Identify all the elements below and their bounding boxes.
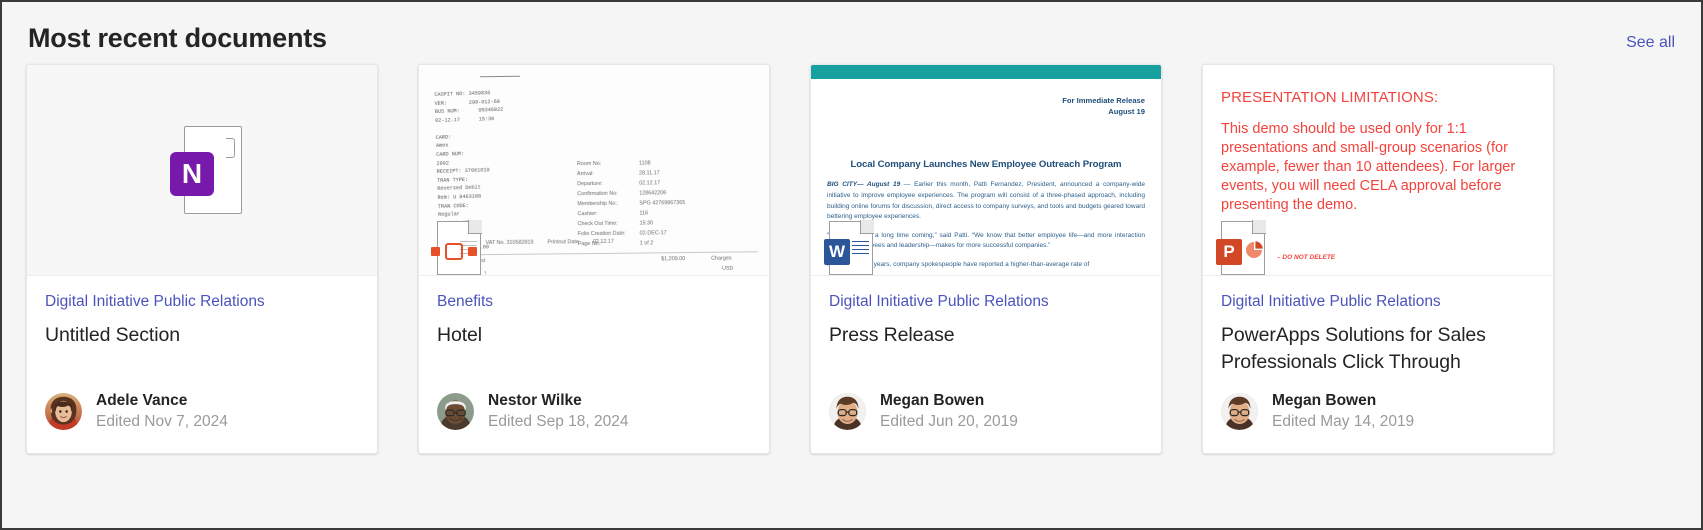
author-edited-date: Edited May 14, 2019 xyxy=(1272,413,1415,431)
card-info: Digital Initiative Public Relations Pres… xyxy=(811,276,1161,453)
card-info: Digital Initiative Public Relations Powe… xyxy=(1203,276,1553,453)
author-name: Megan Bowen xyxy=(880,392,985,410)
scan-field-key: Confirmation No: xyxy=(577,190,618,197)
scan-field-key: Cashier: xyxy=(577,210,598,217)
section-header: Most recent documents See all xyxy=(2,2,1701,54)
scan-printout-label: Printout Date xyxy=(547,238,579,246)
word-header-band xyxy=(811,64,1161,79)
card-document-title: Press Release xyxy=(829,324,955,347)
word-letter-badge: W xyxy=(824,238,850,265)
document-thumbnail-scan[interactable]: CASPIT NO: 3459836 VER: 290-012-68 BUS N… xyxy=(419,64,769,276)
word-immediate-release: For Immediate Release August 19 xyxy=(827,95,1145,118)
document-thumbnail-powerpoint[interactable]: PRESENTATION LIMITATIONS: This demo shou… xyxy=(1203,64,1553,276)
scan-field-value: 02-DEC-17 xyxy=(639,229,667,237)
author-edited-date: Edited Jun 20, 2019 xyxy=(880,413,1018,431)
document-card[interactable]: N Digital Initiative Public Relations Un… xyxy=(26,63,378,454)
avatar xyxy=(437,393,474,431)
word-immediate-line2: August 19 xyxy=(1108,107,1145,117)
scan-currency: USD xyxy=(722,265,734,272)
word-paragraph-1: BIG CITY— August 19 — Earlier this month… xyxy=(827,180,1145,222)
word-paragraph-3: In the last three years, company spokesp… xyxy=(827,260,1090,268)
card-document-title: Untitled Section xyxy=(45,324,180,347)
author-text: Megan Bowen Edited Jun 20, 2019 xyxy=(880,391,1018,433)
card-site-link[interactable]: Digital Initiative Public Relations xyxy=(829,292,1143,311)
word-paragraph-1-lead: BIG CITY— August 19 xyxy=(827,181,901,189)
see-all-link[interactable]: See all xyxy=(1626,34,1675,52)
scan-field-table: Room No: 1108 Arrival: 28.11.17 Departure:… xyxy=(577,158,690,249)
document-card-list: N Digital Initiative Public Relations Un… xyxy=(2,54,1701,454)
powerpoint-slide-note: – DO NOT DELETE xyxy=(1277,253,1336,261)
author-edited-date: Edited Nov 7, 2024 xyxy=(96,413,228,431)
document-thumbnail-word[interactable]: For Immediate Release August 19 Local Co… xyxy=(811,64,1161,276)
scan-field-key: Departure: xyxy=(577,180,603,187)
author-name: Adele Vance xyxy=(96,392,188,410)
document-card[interactable]: CASPIT NO: 3459836 VER: 290-012-68 BUS N… xyxy=(418,63,770,454)
powerpoint-letter-badge: P xyxy=(1216,238,1242,265)
card-document-title: PowerApps Solutions for Sales Profession… xyxy=(1221,324,1486,373)
card-info: Benefits Hotel Nestor Wilke Edited Sep 1… xyxy=(419,276,769,453)
scan-amount: $1,209.00 xyxy=(661,255,686,262)
onenote-icon: N xyxy=(170,125,242,214)
card-author-row: Megan Bowen Edited Jun 20, 2019 xyxy=(829,391,1143,453)
avatar xyxy=(829,393,866,431)
card-site-link[interactable]: Digital Initiative Public Relations xyxy=(1221,292,1535,311)
page-title: Most recent documents xyxy=(28,23,327,53)
document-card[interactable]: For Immediate Release August 19 Local Co… xyxy=(810,63,1162,454)
word-immediate-line1: For Immediate Release xyxy=(1062,95,1145,105)
scan-field-key: Check Out Time: xyxy=(577,220,618,227)
avatar xyxy=(1221,393,1258,431)
scan-charges-label: Charges xyxy=(711,255,732,262)
scan-vat-number: VAT No. 310582819 xyxy=(485,239,534,246)
scan-field-value: 02.12.17 xyxy=(639,179,661,187)
author-name: Nestor Wilke xyxy=(488,392,582,410)
document-card[interactable]: PRESENTATION LIMITATIONS: This demo shou… xyxy=(1202,63,1554,454)
scan-field-value: 128642206 xyxy=(639,189,667,197)
avatar xyxy=(45,393,82,431)
author-name: Megan Bowen xyxy=(1272,392,1377,410)
scan-printout-value: 02.12.17 xyxy=(592,238,614,245)
scan-field-value: 1108 xyxy=(638,160,651,167)
card-info: Digital Initiative Public Relations Unti… xyxy=(27,276,377,453)
scan-field-key: Arrival: xyxy=(577,170,594,177)
author-text: Adele Vance Edited Nov 7, 2024 xyxy=(96,391,228,433)
scan-field-value: SPG 42769867365 xyxy=(639,199,686,207)
card-author-row: Nestor Wilke Edited Sep 18, 2024 xyxy=(437,391,751,453)
onenote-letter-badge: N xyxy=(170,151,214,196)
onenote-tab-shape xyxy=(226,137,235,158)
word-file-icon: W xyxy=(824,219,874,275)
card-author-row: Adele Vance Edited Nov 7, 2024 xyxy=(45,391,359,453)
scan-field-key: Membership No.: xyxy=(577,200,619,207)
powerpoint-slide-title: PRESENTATION LIMITATIONS: xyxy=(1221,88,1439,106)
powerpoint-file-icon: P xyxy=(1216,219,1266,275)
author-text: Megan Bowen Edited May 14, 2019 xyxy=(1272,391,1414,433)
document-thumbnail-onenote[interactable]: N xyxy=(27,64,377,276)
author-edited-date: Edited Sep 18, 2024 xyxy=(488,413,629,431)
card-document-title: Hotel xyxy=(437,324,483,347)
word-headline: Local Company Launches New Employee Outr… xyxy=(850,159,1122,171)
scan-field-key: Folio Creation Date: xyxy=(577,230,626,237)
scan-divider xyxy=(480,75,521,77)
card-site-link[interactable]: Benefits xyxy=(437,292,751,311)
powerpoint-slide-body: This demo should be used only for 1:1 pr… xyxy=(1221,120,1516,214)
scan-field-value: 28.11.17 xyxy=(639,170,660,177)
scan-field-value: 116 xyxy=(639,210,649,217)
author-text: Nestor Wilke Edited Sep 18, 2024 xyxy=(488,391,628,433)
card-author-row: Megan Bowen Edited May 14, 2019 xyxy=(1221,391,1535,453)
word-paragraph-2: “This has been a long time coming,” said… xyxy=(827,231,1145,250)
most-recent-documents-page: Most recent documents See all N Digital … xyxy=(2,2,1701,528)
excel-file-icon xyxy=(431,219,482,275)
powerpoint-pie-glyph xyxy=(1244,240,1264,260)
scan-field-key: Room No: xyxy=(576,160,602,167)
card-site-link[interactable]: Digital Initiative Public Relations xyxy=(45,292,359,311)
scan-field-value: 15:30 xyxy=(639,220,654,227)
